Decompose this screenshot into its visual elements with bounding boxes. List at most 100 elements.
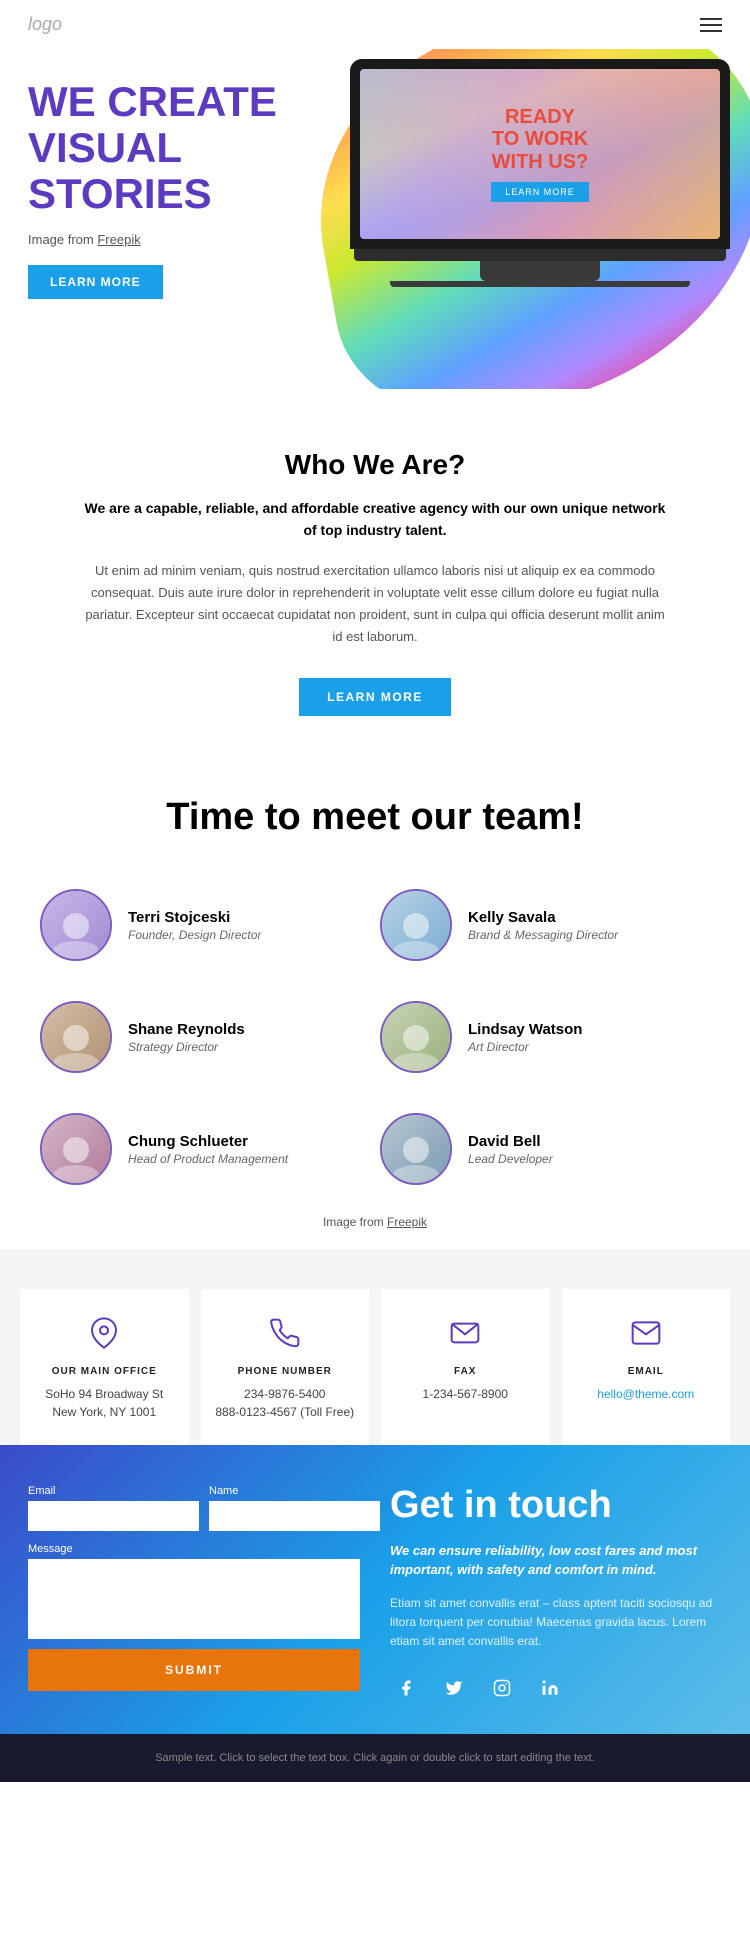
contact-icon (395, 1317, 536, 1356)
contact-card-info: SoHo 94 Broadway StNew York, NY 1001 (34, 1385, 175, 1421)
laptop-screen-content: READY TO WORK WITH US? LEARN MORE (491, 106, 589, 202)
team-info: Kelly Savala Brand & Messaging Director (468, 909, 618, 942)
header: logo (0, 0, 750, 49)
team-member: Terri Stojceski Founder, Design Director (40, 879, 370, 971)
email-link[interactable]: hello@theme.com (597, 1387, 694, 1401)
team-avatar (40, 889, 112, 961)
who-title: Who We Are? (80, 449, 670, 481)
contact-form: Email Name Message SUBMIT (28, 1485, 360, 1703)
team-grid: Terri Stojceski Founder, Design Director… (40, 879, 710, 1195)
who-bold-text: We are a capable, reliable, and affordab… (80, 497, 670, 542)
contact-card-title: EMAIL (576, 1366, 717, 1377)
email-input[interactable] (28, 1501, 199, 1531)
submit-button[interactable]: SUBMIT (28, 1649, 360, 1691)
twitter-icon[interactable] (438, 1672, 470, 1704)
team-freepik-link[interactable]: Freepik (387, 1215, 427, 1229)
team-avatar (40, 1113, 112, 1185)
hero-content: WE CREATE VISUAL STORIES Image from Free… (28, 79, 288, 299)
contact-card: OUR MAIN OFFICE SoHo 94 Broadway StNew Y… (20, 1289, 189, 1445)
team-member-role: Founder, Design Director (128, 928, 261, 942)
laptop-to-work-text: TO WORK (491, 128, 589, 151)
instagram-icon[interactable] (486, 1672, 518, 1704)
contact-icon (576, 1317, 717, 1356)
team-member-name: Kelly Savala (468, 909, 618, 926)
hamburger-menu[interactable] (700, 18, 722, 32)
laptop-btn[interactable]: LEARN MORE (491, 182, 589, 202)
laptop: READY TO WORK WITH US? LEARN MORE (350, 59, 730, 287)
contact-icon (215, 1317, 356, 1356)
team-section: Time to meet our team! Terri Stojceski F… (0, 756, 750, 1249)
team-avatar (380, 1113, 452, 1185)
team-member: Kelly Savala Brand & Messaging Director (380, 879, 710, 971)
name-label: Name (209, 1485, 380, 1497)
team-member-role: Brand & Messaging Director (468, 928, 618, 942)
name-form-group: Name (209, 1485, 380, 1531)
team-member-name: Lindsay Watson (468, 1021, 582, 1038)
contact-card: EMAIL hello@theme.com (562, 1289, 731, 1445)
hero-subtitle: Image from Freepik (28, 232, 288, 247)
message-label: Message (28, 1543, 360, 1555)
who-section: Who We Are? We are a capable, reliable, … (0, 389, 750, 756)
laptop-ready-text: READY (491, 106, 589, 128)
form-row-email-name: Email Name (28, 1485, 360, 1531)
facebook-icon[interactable] (390, 1672, 422, 1704)
freepik-link[interactable]: Freepik (97, 232, 140, 247)
who-body-text: Ut enim ad minim veniam, quis nostrud ex… (80, 560, 670, 648)
contact-card-title: OUR MAIN OFFICE (34, 1366, 175, 1377)
team-title: Time to meet our team! (40, 796, 710, 839)
contact-cards: OUR MAIN OFFICE SoHo 94 Broadway StNew Y… (20, 1289, 730, 1445)
email-label: Email (28, 1485, 199, 1497)
contact-card-info: 1-234-567-8900 (395, 1385, 536, 1403)
logo: logo (28, 14, 62, 35)
contact-card-info: 234-9876-5400888-0123-4567 (Toll Free) (215, 1385, 356, 1421)
team-avatar (380, 889, 452, 961)
team-member: Chung Schlueter Head of Product Manageme… (40, 1103, 370, 1195)
contact-card-title: FAX (395, 1366, 536, 1377)
team-info: Shane Reynolds Strategy Director (128, 1021, 245, 1054)
team-member-role: Lead Developer (468, 1152, 553, 1166)
team-avatar (380, 1001, 452, 1073)
footer: Sample text. Click to select the text bo… (0, 1734, 750, 1782)
team-member-role: Strategy Director (128, 1040, 245, 1054)
contact-body: Etiam sit amet convallis erat – class ap… (390, 1594, 722, 1652)
team-member: Shane Reynolds Strategy Director (40, 991, 370, 1083)
team-info: Chung Schlueter Head of Product Manageme… (128, 1133, 288, 1166)
social-icons (390, 1672, 722, 1704)
team-image-credit: Image from Freepik (40, 1215, 710, 1229)
hero-title: WE CREATE VISUAL STORIES (28, 79, 288, 218)
team-info: Terri Stojceski Founder, Design Director (128, 909, 261, 942)
team-info: David Bell Lead Developer (468, 1133, 553, 1166)
team-member-name: David Bell (468, 1133, 553, 1150)
footer-text: Sample text. Click to select the text bo… (155, 1752, 595, 1764)
team-member-name: Shane Reynolds (128, 1021, 245, 1038)
contact-card-title: PHONE NUMBER (215, 1366, 356, 1377)
contact-info: Get in touch We can ensure reliability, … (390, 1485, 722, 1703)
team-member-name: Chung Schlueter (128, 1133, 288, 1150)
laptop-body: READY TO WORK WITH US? LEARN MORE (350, 59, 730, 249)
team-member-role: Head of Product Management (128, 1152, 288, 1166)
team-member: David Bell Lead Developer (380, 1103, 710, 1195)
who-learn-more-button[interactable]: LEARN MORE (299, 678, 451, 716)
team-member-name: Terri Stojceski (128, 909, 261, 926)
message-form-group: Message (28, 1543, 360, 1639)
contact-tagline: We can ensure reliability, low cost fare… (390, 1541, 722, 1580)
laptop-screen: READY TO WORK WITH US? LEARN MORE (360, 69, 720, 239)
get-in-touch-section: Email Name Message SUBMIT Get in touch W… (0, 1445, 750, 1733)
contact-card: PHONE NUMBER 234-9876-5400888-0123-4567 … (201, 1289, 370, 1445)
team-member: Lindsay Watson Art Director (380, 991, 710, 1083)
laptop-with-us-text: WITH US? (491, 151, 589, 174)
linkedin-icon[interactable] (534, 1672, 566, 1704)
name-input[interactable] (209, 1501, 380, 1531)
hero-section: WE CREATE VISUAL STORIES Image from Free… (0, 49, 750, 389)
hero-learn-more-button[interactable]: LEARN MORE (28, 265, 163, 299)
message-input[interactable] (28, 1559, 360, 1639)
contact-card: FAX 1-234-567-8900 (381, 1289, 550, 1445)
email-form-group: Email (28, 1485, 199, 1531)
get-in-touch-title: Get in touch (390, 1485, 722, 1527)
team-avatar (40, 1001, 112, 1073)
contact-card-info: hello@theme.com (576, 1385, 717, 1403)
contact-icon (34, 1317, 175, 1356)
laptop-mockup: READY TO WORK WITH US? LEARN MORE (330, 59, 750, 287)
team-member-role: Art Director (468, 1040, 582, 1054)
team-info: Lindsay Watson Art Director (468, 1021, 582, 1054)
